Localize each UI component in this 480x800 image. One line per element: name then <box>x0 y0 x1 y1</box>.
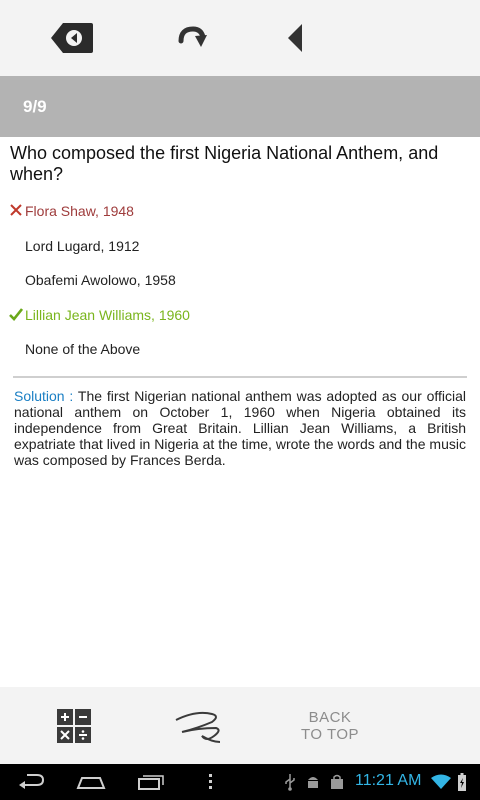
wifi-icon <box>430 764 452 800</box>
option-label: Lord Lugard, 1912 <box>25 238 140 254</box>
menu-icon[interactable] <box>204 764 218 800</box>
backspace-button[interactable] <box>40 0 104 76</box>
checkmark-icon <box>9 308 23 321</box>
android-debug-icon <box>304 764 322 800</box>
back-icon[interactable] <box>14 764 48 800</box>
divider <box>13 376 467 378</box>
progress-bar: 9/9 <box>0 76 480 137</box>
back-to-top-button[interactable]: BACK TO TOP <box>290 687 370 764</box>
option-label: Flora Shaw, 1948 <box>25 203 134 219</box>
previous-button[interactable] <box>272 0 318 76</box>
recent-apps-icon[interactable] <box>134 764 168 800</box>
top-toolbar <box>0 0 480 76</box>
option-label: None of the Above <box>25 341 141 357</box>
option-label: Lillian Jean Williams, 1960 <box>25 307 190 323</box>
shopping-bag-icon <box>328 764 346 800</box>
option-4[interactable]: Lillian Jean Williams, 1960 <box>0 300 480 330</box>
solution-label: Solution : <box>14 388 74 404</box>
usb-icon <box>282 764 298 800</box>
triangle-left-icon <box>288 24 302 52</box>
calculator-icon <box>57 708 91 743</box>
back-to-top-line1: BACK <box>308 708 352 726</box>
scribble-button[interactable] <box>168 687 228 764</box>
home-icon[interactable] <box>74 764 108 800</box>
calculator-button[interactable] <box>52 687 96 764</box>
option-5[interactable]: None of the Above <box>0 334 480 364</box>
solution-body: The first Nigerian national anthem was a… <box>14 388 466 468</box>
back-to-top-line2: TO TOP <box>300 725 360 743</box>
solution-text: Solution : The first Nigerian national a… <box>14 388 466 468</box>
backspace-icon <box>51 23 93 53</box>
scribble-icon <box>175 711 221 743</box>
bottom-toolbar: BACK TO TOP <box>0 687 480 764</box>
option-1[interactable]: Flora Shaw, 1948 <box>0 196 480 226</box>
clock: 11:21 AM <box>355 772 422 789</box>
battery-icon <box>456 764 468 800</box>
option-3[interactable]: Obafemi Awolowo, 1958 <box>0 265 480 295</box>
question-text: Who composed the first Nigeria National … <box>10 143 439 184</box>
cross-icon <box>10 204 22 216</box>
redo-button[interactable] <box>168 0 218 76</box>
option-label: Obafemi Awolowo, 1958 <box>25 272 176 288</box>
option-2[interactable]: Lord Lugard, 1912 <box>0 231 480 261</box>
redo-arrow-icon <box>178 26 207 47</box>
system-bar: 11:21 AM <box>0 764 480 800</box>
question-counter: 9/9 <box>23 97 47 116</box>
